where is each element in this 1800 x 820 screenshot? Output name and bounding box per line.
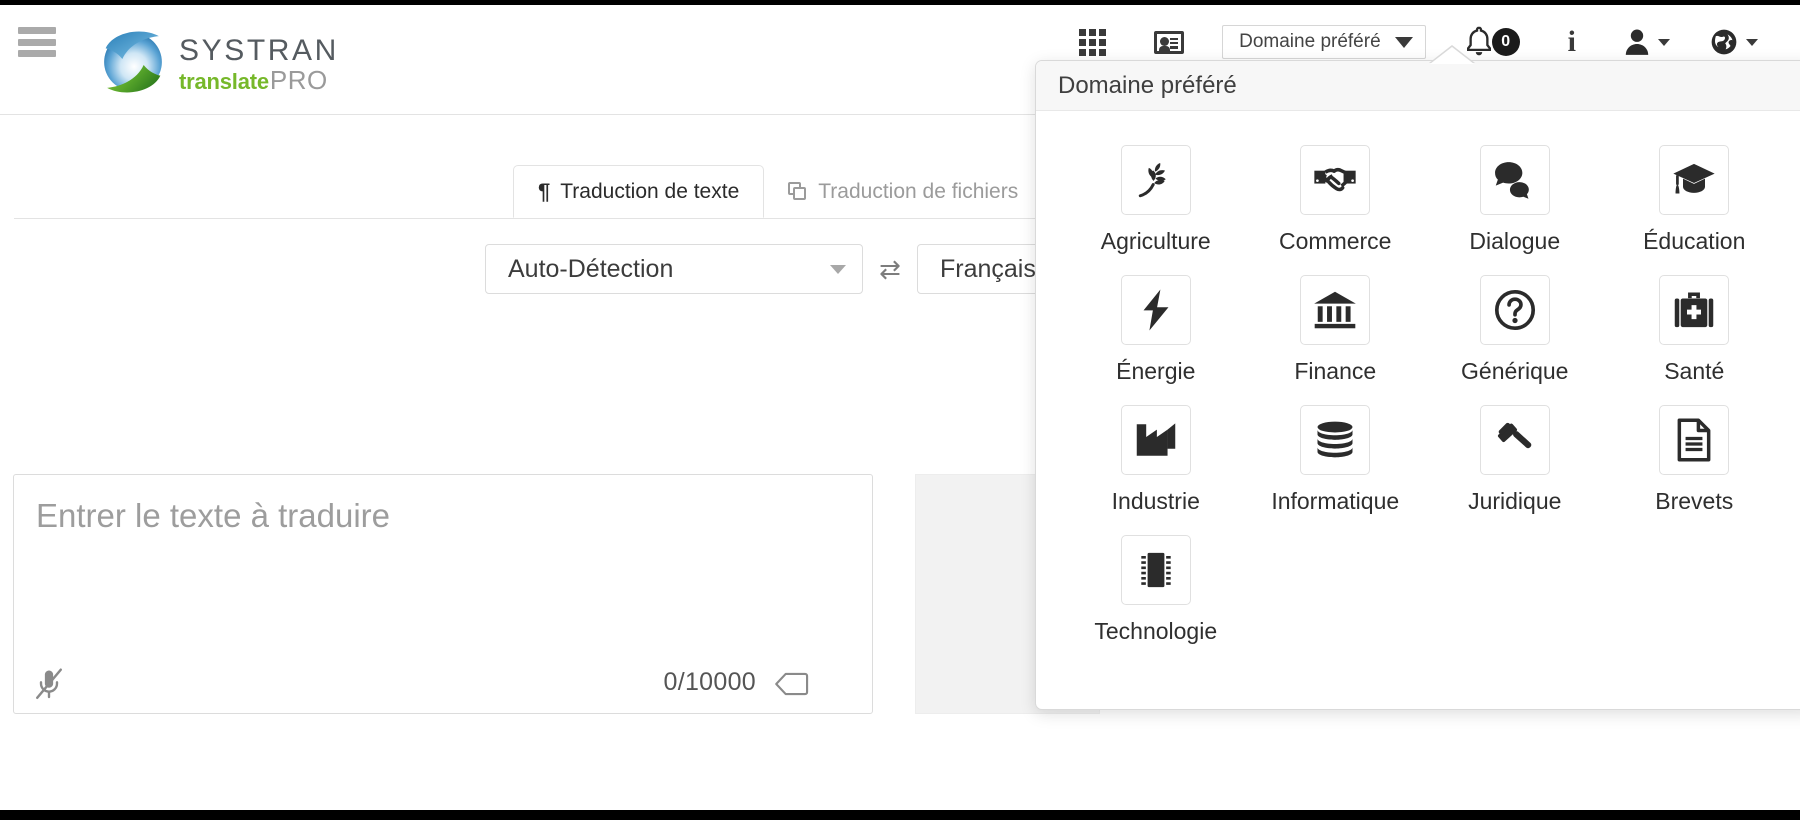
brand-pro: PRO (270, 67, 328, 93)
domain-label: Informatique (1271, 488, 1399, 515)
tab-label: Traduction de fichiers (818, 180, 1018, 204)
speech-bubbles-icon (1494, 160, 1536, 200)
graduation-cap-icon (1672, 160, 1716, 200)
factory-icon-box (1121, 405, 1191, 475)
factory-icon (1135, 421, 1177, 459)
tab-label: Traduction de texte (560, 180, 739, 204)
systran-swirl-icon (95, 25, 171, 99)
lightning-bolt-icon (1139, 288, 1173, 332)
question-circle-icon-box (1480, 275, 1550, 345)
tab-text-translation[interactable]: ¶ Traduction de texte (513, 165, 764, 218)
question-circle-icon (1494, 289, 1536, 331)
domain-item-education[interactable]: Éducation (1605, 145, 1785, 255)
document-icon-box (1659, 405, 1729, 475)
gavel-icon-box (1480, 405, 1550, 475)
domain-item-industrie[interactable]: Industrie (1066, 405, 1246, 515)
domain-label: Brevets (1655, 488, 1733, 515)
chevron-down-icon (1658, 39, 1670, 46)
apps-grid-icon (1079, 29, 1106, 56)
character-counter: 0/10000 (664, 668, 756, 697)
chevron-down-icon (1746, 39, 1758, 46)
hamburger-bar (18, 39, 56, 46)
source-text-panel[interactable]: Entrer le texte à traduire 0/10000 (13, 474, 873, 714)
domain-label: Éducation (1643, 228, 1745, 255)
domain-label: Dialogue (1469, 228, 1560, 255)
domain-grid: Agriculture Commerce (1036, 111, 1800, 645)
brand-translate: translate (179, 71, 269, 93)
hamburger-bar (18, 50, 56, 57)
microphone-muted-icon[interactable] (34, 667, 64, 701)
domain-item-juridique[interactable]: Juridique (1425, 405, 1605, 515)
microchip-icon (1138, 549, 1174, 591)
handshake-icon-box (1300, 145, 1370, 215)
contact-card-icon (1154, 31, 1184, 54)
bank-icon (1313, 289, 1357, 331)
info-icon: i (1568, 27, 1576, 57)
swap-icon: ⇄ (879, 254, 901, 285)
tab-file-translation[interactable]: Traduction de fichiers (764, 166, 1042, 218)
brand-wordmark: SYSTRAN translate PRO (179, 32, 339, 93)
domain-item-sante[interactable]: Santé (1605, 275, 1785, 385)
speech-bubbles-icon-box (1480, 145, 1550, 215)
domain-label: Agriculture (1101, 228, 1211, 255)
brand-logo[interactable]: SYSTRAN translate PRO (95, 23, 339, 101)
gavel-icon (1494, 419, 1536, 461)
domain-label: Santé (1664, 358, 1724, 385)
brand-name: SYSTRAN (179, 36, 339, 66)
domain-item-finance[interactable]: Finance (1246, 275, 1426, 385)
source-language-select[interactable]: Auto-Détection (485, 244, 863, 294)
menu-toggle-button[interactable] (18, 27, 56, 57)
leaf-icon-box (1121, 145, 1191, 215)
domain-item-agriculture[interactable]: Agriculture (1066, 145, 1246, 255)
domain-item-informatique[interactable]: Informatique (1246, 405, 1426, 515)
source-panel-footer: 0/10000 (14, 657, 872, 713)
popup-pointer (1430, 47, 1474, 64)
eraser-icon[interactable] (772, 671, 810, 697)
target-language-value: Français (940, 255, 1036, 284)
chevron-down-icon (830, 265, 846, 274)
handshake-icon (1313, 158, 1357, 202)
domain-item-technologie[interactable]: Technologie (1066, 535, 1246, 645)
domain-item-commerce[interactable]: Commerce (1246, 145, 1426, 255)
source-language-value: Auto-Détection (508, 255, 673, 284)
domain-label: Générique (1461, 358, 1568, 385)
medical-briefcase-icon (1673, 290, 1715, 330)
files-icon (788, 182, 808, 202)
domain-item-brevets[interactable]: Brevets (1605, 405, 1785, 515)
user-icon (1624, 28, 1650, 56)
domain-item-dialogue[interactable]: Dialogue (1425, 145, 1605, 255)
swap-languages-button[interactable]: ⇄ (863, 254, 917, 285)
bottom-edge-bar (0, 810, 1800, 820)
leaf-icon (1135, 159, 1177, 201)
source-text-placeholder: Entrer le texte à traduire (36, 497, 390, 535)
domain-label: Juridique (1468, 488, 1561, 515)
domain-label: Commerce (1279, 228, 1391, 255)
medical-briefcase-icon-box (1659, 275, 1729, 345)
domain-preference-popup: Domaine préféré Agriculture (1035, 60, 1800, 710)
database-icon-box (1300, 405, 1370, 475)
hamburger-bar (18, 27, 56, 34)
graduation-cap-icon-box (1659, 145, 1729, 215)
domain-selector-value: Domaine préféré (1239, 31, 1381, 53)
database-icon (1314, 420, 1356, 460)
bank-icon-box (1300, 275, 1370, 345)
domain-label: Énergie (1116, 358, 1195, 385)
domain-label: Technologie (1094, 618, 1217, 645)
domain-item-energie[interactable]: Énergie (1066, 275, 1246, 385)
document-icon (1675, 418, 1713, 462)
domain-label: Finance (1294, 358, 1376, 385)
domain-item-generique[interactable]: Générique (1425, 275, 1605, 385)
popup-title: Domaine préféré (1036, 61, 1800, 111)
microchip-icon-box (1121, 535, 1191, 605)
pilcrow-icon: ¶ (538, 179, 550, 205)
notification-badge: 0 (1492, 28, 1520, 56)
domain-label: Industrie (1112, 488, 1200, 515)
chevron-down-icon (1395, 37, 1413, 48)
lightning-bolt-icon-box (1121, 275, 1191, 345)
globe-icon (1710, 28, 1738, 56)
app-window: SYSTRAN translate PRO Domaine (0, 0, 1800, 820)
